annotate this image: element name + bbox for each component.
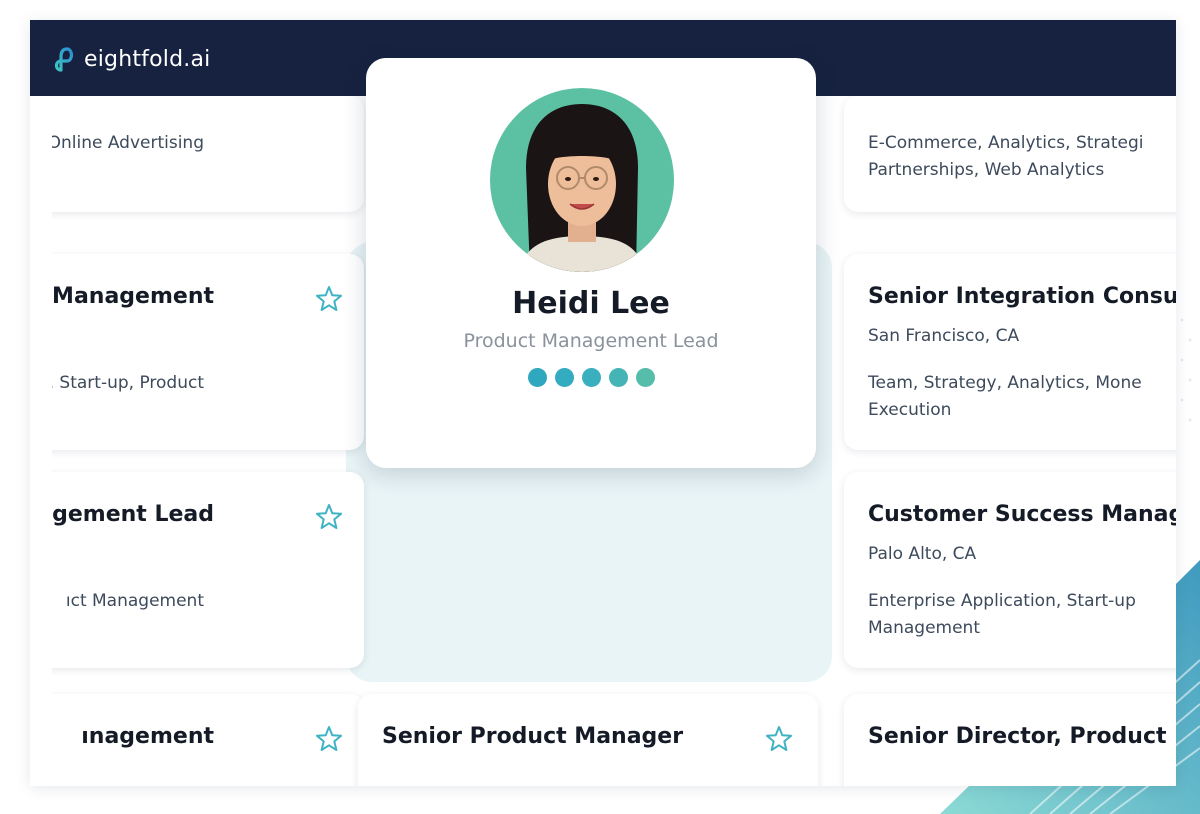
rating-dot [608,368,628,387]
job-card[interactable]: Senior Product Manager [358,694,818,786]
rating-dot [581,368,601,387]
star-icon[interactable] [314,502,344,532]
job-card-title: ınagement [81,724,214,749]
job-card[interactable]: Customer Success Manag Palo Alto, CA Ent… [844,472,1176,668]
rating-dots [366,368,816,387]
job-card-title: Senior Product Manager [382,724,684,749]
rating-dot [527,368,547,387]
eightfold-logo[interactable]: eightfold.ai [52,42,210,76]
profile-card[interactable]: Heidi Lee Product Management Lead [366,58,816,468]
job-card[interactable]: Senior Director, Product M [844,694,1176,786]
job-card-tags: ıct Management [65,591,204,611]
job-card-tags: Enterprise Application, Start-up Managem… [868,588,1176,642]
job-card[interactable]: ıct Management A ation, Start-up, Produc… [52,254,364,450]
tag-line: Execution [868,400,952,420]
tag-line: Enterprise Application, Start-up [868,591,1136,611]
job-card-title: ıct Management [52,284,214,309]
job-card-tags: E-Commerce, Analytics, Strategi Partners… [868,130,1176,184]
job-card-tags: ation, Start-up, Product [52,373,204,393]
star-icon[interactable] [314,284,344,314]
job-card[interactable]: ıgement Lead A ıct Management [52,472,364,668]
tag-line: Management [868,618,980,638]
job-card-tags: nent, Online Advertising [52,133,204,153]
job-card-location: San Francisco, CA [868,326,1020,346]
job-card-tags: Team, Strategy, Analytics, Mone Executio… [868,370,1176,424]
job-card-location: Palo Alto, CA [868,544,977,564]
eightfold-logo-icon [54,47,74,72]
tag-line: E-Commerce, Analytics, Strategi [868,133,1144,153]
app-window: eightfold.ai nent, Online Advertising E-… [30,20,1176,786]
job-card-title: Customer Success Manag [868,502,1176,527]
rating-dot [635,368,655,387]
job-card[interactable]: nent, Online Advertising [52,96,364,212]
job-card[interactable]: ınagement [52,694,364,786]
rating-dot [554,368,574,387]
job-card[interactable]: Senior Integration Consu San Francisco, … [844,254,1176,450]
profile-role: Product Management Lead [463,330,719,352]
job-card-title: ıgement Lead [52,502,214,527]
job-card-title: Senior Integration Consu [868,284,1176,309]
star-icon[interactable] [314,724,344,754]
profile-avatar [490,88,674,272]
job-card[interactable]: E-Commerce, Analytics, Strategi Partners… [844,96,1176,212]
tag-line: Team, Strategy, Analytics, Mone [868,373,1142,393]
tag-line: Partnerships, Web Analytics [868,160,1105,180]
logo-text: eightfold.ai [84,46,211,72]
profile-name: Heidi Lee [512,286,670,321]
job-card-title: Senior Director, Product M [868,724,1176,749]
star-icon[interactable] [764,724,794,754]
